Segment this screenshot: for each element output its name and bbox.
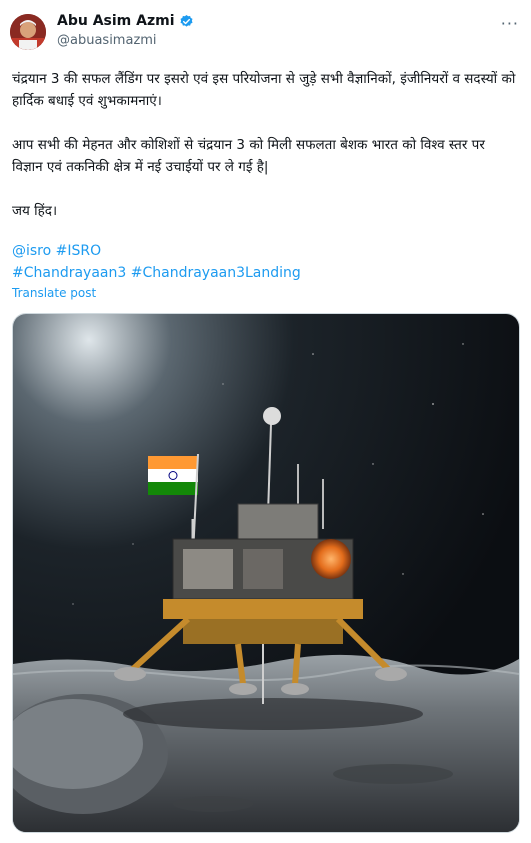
post-text: चंद्रयान 3 की सफल लैंडिंग पर इसरो एवं इस… [12,68,517,222]
hashtag-link[interactable]: #ISRO [56,243,102,259]
author-name-row: Abu Asim Azmi [57,13,194,29]
hashtag-link[interactable]: #Chandrayaan3Landing [131,265,301,281]
author-display-name[interactable]: Abu Asim Azmi [57,13,175,29]
mention-link[interactable]: @isro [12,243,51,259]
moon-lander-image[interactable] [12,313,520,833]
hashtag-link[interactable]: #Chandrayaan3 [12,265,126,281]
more-horizontal-icon[interactable]: ··· [501,14,519,33]
translate-post-link[interactable]: Translate post [12,286,96,300]
post-paragraph: चंद्रयान 3 की सफल लैंडिंग पर इसरो एवं इस… [12,71,516,109]
author-avatar[interactable] [10,14,46,50]
post-card: Abu Asim Azmi @abuasimazmi ··· चंद्रयान … [0,0,531,843]
post-paragraph: जय हिंद। [12,203,58,219]
post-paragraph: आप सभी की मेहनत और कोशिशों से चंद्रयान 3… [12,137,485,175]
author-handle[interactable]: @abuasimazmi [57,33,157,48]
post-tags: @isro #ISRO #Chandrayaan3 #Chandrayaan3L… [12,240,301,284]
verified-badge-icon [179,14,194,29]
